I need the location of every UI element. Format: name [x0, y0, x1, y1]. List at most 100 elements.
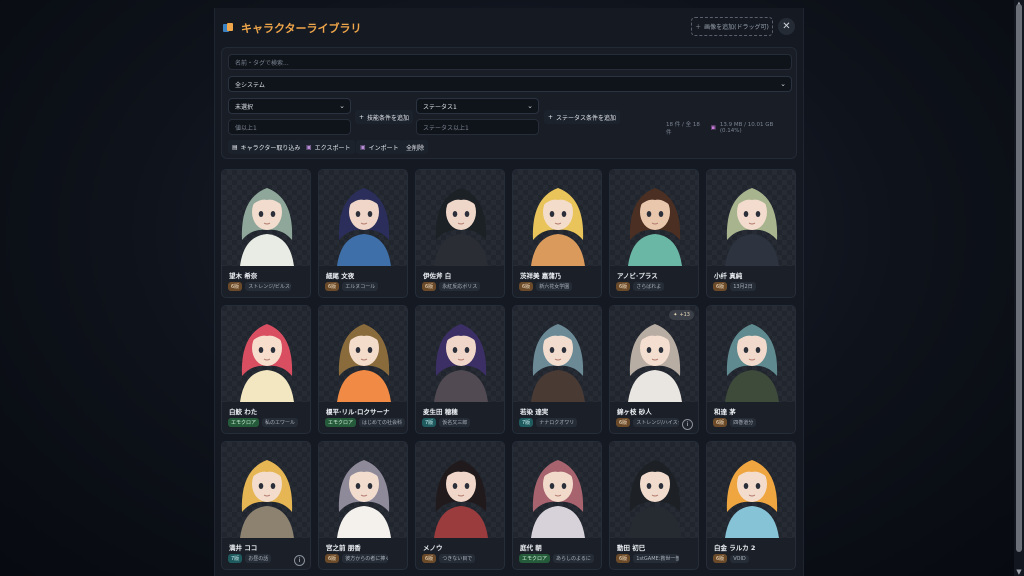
- character-badges: 6版ストレンジ/ハイスクール: [616, 418, 680, 427]
- export-label: エクスポート: [314, 144, 351, 152]
- character-card[interactable]: 細尾 文夜 6版 エルヌコール: [318, 169, 408, 298]
- sparkle-icon: ✦: [673, 312, 678, 318]
- tip-count: +13: [679, 312, 690, 318]
- character-name: 白金 ラルカ 2: [714, 544, 756, 552]
- character-card[interactable]: 白鮫 わた エモクロア 私のエワール: [221, 305, 311, 434]
- character-badges: 7版 ナナロクオワリ: [519, 418, 578, 427]
- add-status-condition-label: ステータス条件を追加: [556, 114, 617, 122]
- close-icon: ✕: [782, 21, 791, 32]
- add-image-button[interactable]: ＋ 画像を追加(ドラッグ可): [691, 17, 773, 36]
- character-card[interactable]: 小纤 真純 6版 13月2日: [706, 169, 796, 298]
- character-portrait: [222, 442, 310, 538]
- character-card[interactable]: 若染 達実 7版 ナナロクオワリ: [512, 305, 602, 434]
- system-select-value: 全システム: [235, 81, 265, 89]
- plus-icon: ＋: [695, 24, 702, 31]
- character-card[interactable]: 和達 茅 6版 四巻道分: [706, 305, 796, 434]
- character-portrait: [222, 170, 310, 266]
- info-button[interactable]: i: [682, 419, 693, 430]
- character-badges: 6版 13月2日: [713, 282, 756, 291]
- character-card[interactable]: 望木 希奈 6版ストレンジ/ビルスクール: [221, 169, 311, 298]
- delete-all-button[interactable]: 全削除: [402, 140, 429, 154]
- character-badges: エモクロア あらしのよるに: [519, 554, 594, 563]
- skill-min-input[interactable]: 値以上1: [228, 119, 351, 135]
- character-card[interactable]: 庭代 朝エモクロア あらしのよるに: [512, 441, 602, 570]
- character-badges: 7版 仮名又三郎: [422, 418, 471, 427]
- scroll-down-icon[interactable]: ▼: [1015, 568, 1023, 576]
- scenario-tag: ナナロクオワリ: [536, 418, 578, 427]
- system-badge: エモクロア: [228, 418, 260, 427]
- scrollbar[interactable]: ▲ ▼: [1014, 0, 1024, 576]
- status-min-placeholder: ステータス以上1: [423, 124, 469, 132]
- add-skill-condition-button[interactable]: + 技能条件を追加: [355, 110, 414, 124]
- system-badge: 6版: [422, 554, 437, 563]
- system-badge: 6版: [616, 418, 631, 427]
- character-portrait: [319, 442, 407, 538]
- info-button[interactable]: i: [294, 555, 305, 566]
- character-name: アノビ·プラス: [617, 272, 658, 280]
- add-status-condition-button[interactable]: + ステータス条件を追加: [544, 110, 621, 124]
- character-card[interactable]: 宮之前 朋香 6版 彼方からの者に捧ぐ: [318, 441, 408, 570]
- character-portrait: [707, 306, 795, 402]
- scenario-tag: エルヌコール: [342, 282, 379, 291]
- status-select-value: ステータス1: [423, 103, 457, 111]
- close-button[interactable]: ✕: [778, 18, 795, 35]
- system-select[interactable]: 全システム ⌄: [228, 76, 792, 92]
- character-grid: 望木 希奈6版ストレンジ/ビルスクール細尾 文夜6版エルヌコール伊佐斧 白6版永…: [221, 169, 797, 570]
- character-card[interactable]: 榎平·リル·ロクサーナ エモクロア はじめての社会科: [318, 305, 408, 434]
- search-input[interactable]: 名前・タグで検索...: [228, 54, 792, 70]
- export-button[interactable]: ▣ エクスポート: [302, 140, 355, 154]
- clipboard-icon: ▤: [232, 143, 238, 151]
- chevron-down-icon: ⌄: [527, 102, 533, 110]
- character-card[interactable]: 麦生田 穂穂 7版 仮名又三郎: [415, 305, 505, 434]
- character-card[interactable]: 満井 ココ 7版 お昼の話 i: [221, 441, 311, 570]
- character-card[interactable]: 動田 初巳 6版 1stGAME:救世一部: [609, 441, 699, 570]
- system-badge: 6版: [228, 282, 243, 291]
- import-button[interactable]: ▣ インポート: [356, 140, 403, 154]
- character-portrait: [416, 442, 504, 538]
- scenario-tag: はじめての社会科: [359, 418, 406, 427]
- scenario-tag: 永紅反応ボリス: [439, 282, 481, 291]
- character-badges: 6版 VOID: [713, 554, 749, 563]
- character-portrait: [513, 170, 601, 266]
- character-badges: 6版 永紅反応ボリス: [422, 282, 481, 291]
- plus-icon: +: [359, 113, 365, 121]
- character-portrait: [610, 442, 698, 538]
- library-icon: [221, 21, 235, 35]
- system-badge: 6版: [616, 282, 631, 291]
- character-card[interactable]: 白金 ラルカ 2 6版 VOID: [706, 441, 796, 570]
- box-icon: ▣: [306, 143, 312, 151]
- character-name: メノウ: [423, 544, 443, 552]
- status-select[interactable]: ステータス1 ⌄: [416, 98, 539, 114]
- character-name: 榎平·リル·ロクサーナ: [326, 408, 390, 416]
- character-card[interactable]: 伊佐斧 白 6版 永紅反応ボリス: [415, 169, 505, 298]
- character-portrait: [319, 170, 407, 266]
- character-name: 和達 茅: [714, 408, 736, 416]
- scenario-tag: VOID: [730, 554, 749, 563]
- import-character-button[interactable]: ▤ キャラクター取り込み: [228, 140, 305, 154]
- dialog-header: キャラクターライブラリ: [221, 18, 362, 38]
- scenario-tag: つきない目で: [439, 554, 476, 563]
- character-card[interactable]: 茨祥美 嘉蒲乃 6版 新六花女学園: [512, 169, 602, 298]
- character-portrait: [610, 306, 698, 402]
- scenario-tag: 1stGAME:救世一部: [633, 554, 680, 563]
- scroll-thumb[interactable]: [1016, 4, 1022, 552]
- skill-select[interactable]: 未選択 ⌄: [228, 98, 351, 114]
- character-card[interactable]: メノウ 6版 つきない目で: [415, 441, 505, 570]
- character-card[interactable]: ✦+13 錦ヶ枝 砂人 6版ストレンジ/ハイスクール i: [609, 305, 699, 434]
- character-portrait: [610, 170, 698, 266]
- system-badge: 7版: [519, 418, 534, 427]
- character-name: 宮之前 朋香: [326, 544, 361, 552]
- storage-icon: ▣: [710, 125, 716, 131]
- character-card[interactable]: アノビ·プラス 6版 さらばれよ: [609, 169, 699, 298]
- scenario-tag: 私のエワール: [262, 418, 299, 427]
- system-badge: 6版: [422, 282, 437, 291]
- box-icon: ▣: [360, 143, 366, 151]
- scenario-tag: さらばれよ: [633, 282, 665, 291]
- status-min-input[interactable]: ステータス以上1: [416, 119, 539, 135]
- character-name: 満井 ココ: [229, 544, 258, 552]
- system-badge: エモクロア: [519, 554, 551, 563]
- character-portrait: [513, 442, 601, 538]
- system-badge: 7版: [228, 554, 243, 563]
- system-badge: 6版: [325, 554, 340, 563]
- character-portrait: [319, 306, 407, 402]
